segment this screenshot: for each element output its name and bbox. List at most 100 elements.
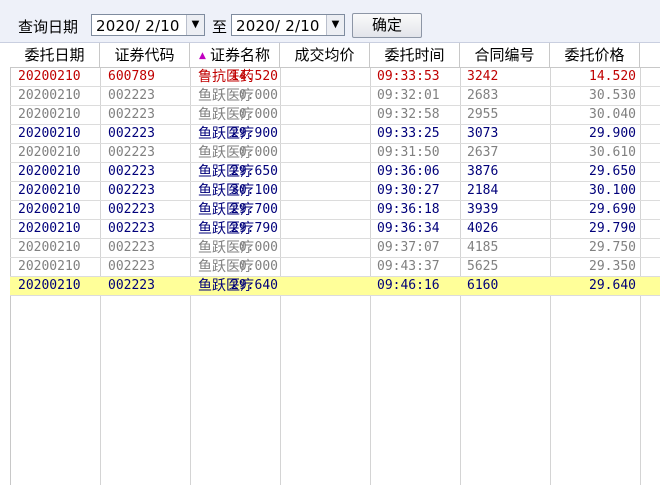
cell-avg-price: 0.000 xyxy=(238,107,278,122)
cell-avg-price: 29.900 xyxy=(231,126,278,141)
col-header-date[interactable]: 委托日期 xyxy=(10,43,100,67)
cell-code: 002223 xyxy=(108,221,155,236)
query-toolbar: 查询日期 2020/ 2/10 ▼ 至 2020/ 2/10 ▼ 确定 xyxy=(0,0,660,43)
cell-code: 600789 xyxy=(108,69,155,84)
cell-avg-price: 0.000 xyxy=(238,145,278,160)
cell-time: 09:46:16 xyxy=(377,278,440,293)
cell-avg-price: 29.650 xyxy=(231,164,278,179)
cell-date: 20200210 xyxy=(18,126,81,141)
cell-price: 29.690 xyxy=(589,202,636,217)
cell-avg-price: 29.700 xyxy=(231,202,278,217)
cell-date: 20200210 xyxy=(18,164,81,179)
table-row[interactable]: 20200210 002223 鱼跃医疗 0.000 09:31:50 2637 30.61… xyxy=(10,144,660,163)
cell-date: 20200210 xyxy=(18,202,81,217)
cell-contract: 3876 xyxy=(467,164,499,179)
sort-ascending-icon: ▲ xyxy=(199,50,206,61)
cell-price: 29.790 xyxy=(589,221,636,236)
cell-contract: 2683 xyxy=(467,88,499,103)
cell-contract: 4185 xyxy=(467,240,499,255)
start-date-picker[interactable]: 2020/ 2/10 ▼ xyxy=(91,14,205,36)
cell-time: 09:31:50 xyxy=(377,145,440,160)
cell-date: 20200210 xyxy=(18,69,81,84)
table-row[interactable]: 20200210 002223 鱼跃医疗 0.000 09:43:37 5625 29.35… xyxy=(10,258,660,277)
cell-code: 002223 xyxy=(108,107,155,122)
cell-price: 30.610 xyxy=(589,145,636,160)
cell-price: 29.350 xyxy=(589,259,636,274)
cell-price: 30.040 xyxy=(589,107,636,122)
to-label: 至 xyxy=(212,18,228,36)
col-header-time[interactable]: 委托时间 xyxy=(370,43,460,67)
cell-price: 29.650 xyxy=(589,164,636,179)
cell-code: 002223 xyxy=(108,183,155,198)
cell-price: 14.520 xyxy=(589,69,636,84)
cell-time: 09:43:37 xyxy=(377,259,440,274)
cell-date: 20200210 xyxy=(18,183,81,198)
cell-contract: 3939 xyxy=(467,202,499,217)
chevron-down-icon[interactable]: ▼ xyxy=(326,15,344,35)
cell-code: 002223 xyxy=(108,259,155,274)
table-row[interactable]: 20200210 002223 鱼跃医疗 29.650 09:36:06 3876 29.6… xyxy=(10,163,660,182)
cell-price: 29.750 xyxy=(589,240,636,255)
table-row[interactable]: 20200210 002223 鱼跃医疗 29.700 09:36:18 3939 29.6… xyxy=(10,201,660,220)
cell-code: 002223 xyxy=(108,145,155,160)
table-row[interactable]: 20200210 600789 鲁抗医药 14.520 09:33:53 3242 14.5… xyxy=(10,68,660,87)
cell-code: 002223 xyxy=(108,164,155,179)
cell-avg-price: 0.000 xyxy=(238,240,278,255)
cell-time: 09:36:06 xyxy=(377,164,440,179)
cell-contract: 3242 xyxy=(467,69,499,84)
cell-time: 09:36:34 xyxy=(377,221,440,236)
cell-contract: 4026 xyxy=(467,221,499,236)
cell-time: 09:30:27 xyxy=(377,183,440,198)
cell-price: 29.640 xyxy=(589,278,636,293)
cell-date: 20200210 xyxy=(18,240,81,255)
cell-time: 09:33:25 xyxy=(377,126,440,141)
col-header-avg-price[interactable]: 成交均价 xyxy=(280,43,370,67)
cell-date: 20200210 xyxy=(18,107,81,122)
cell-time: 09:33:53 xyxy=(377,69,440,84)
cell-avg-price: 0.000 xyxy=(238,88,278,103)
table-row[interactable]: 20200210 002223 鱼跃医疗 29.640 09:46:16 6160 29.6… xyxy=(10,277,660,296)
cell-date: 20200210 xyxy=(18,145,81,160)
cell-code: 002223 xyxy=(108,88,155,103)
cell-contract: 2955 xyxy=(467,107,499,122)
cell-avg-price: 30.100 xyxy=(231,183,278,198)
cell-contract: 2637 xyxy=(467,145,499,160)
table-row[interactable]: 20200210 002223 鱼跃医疗 0.000 09:32:58 2955 30.04… xyxy=(10,106,660,125)
cell-time: 09:32:01 xyxy=(377,88,440,103)
cell-code: 002223 xyxy=(108,126,155,141)
cell-avg-price: 14.520 xyxy=(231,69,278,84)
query-date-label: 查询日期 xyxy=(18,18,79,36)
cell-time: 09:37:07 xyxy=(377,240,440,255)
cell-time: 09:36:18 xyxy=(377,202,440,217)
cell-price: 30.530 xyxy=(589,88,636,103)
cell-price: 30.100 xyxy=(589,183,636,198)
cell-date: 20200210 xyxy=(18,259,81,274)
cell-date: 20200210 xyxy=(18,221,81,236)
col-header-contract[interactable]: 合同编号 xyxy=(460,43,550,67)
table-row[interactable]: 20200210 002223 鱼跃医疗 29.900 09:33:25 3073 29.9… xyxy=(10,125,660,144)
cell-code: 002223 xyxy=(108,202,155,217)
chevron-down-icon[interactable]: ▼ xyxy=(186,15,204,35)
cell-price: 29.900 xyxy=(589,126,636,141)
cell-date: 20200210 xyxy=(18,278,81,293)
cell-avg-price: 29.790 xyxy=(231,221,278,236)
end-date-picker[interactable]: 2020/ 2/10 ▼ xyxy=(231,14,345,36)
col-header-name[interactable]: ▲ 证券名称 xyxy=(190,43,280,67)
table-row[interactable]: 20200210 002223 鱼跃医疗 0.000 09:37:07 4185 29.75… xyxy=(10,239,660,258)
cell-contract: 5625 xyxy=(467,259,499,274)
table-row[interactable]: 20200210 002223 鱼跃医疗 29.790 09:36:34 4026 29.7… xyxy=(10,220,660,239)
cell-code: 002223 xyxy=(108,278,155,293)
cell-contract: 3073 xyxy=(467,126,499,141)
table-row[interactable]: 20200210 002223 鱼跃医疗 30.100 09:30:27 2184 30.1… xyxy=(10,182,660,201)
cell-time: 09:32:58 xyxy=(377,107,440,122)
start-date-value: 2020/ 2/10 xyxy=(96,17,180,35)
cell-avg-price: 0.000 xyxy=(238,259,278,274)
cell-date: 20200210 xyxy=(18,88,81,103)
cell-contract: 2184 xyxy=(467,183,499,198)
col-header-name-label: 证券名称 xyxy=(209,46,270,64)
col-header-code[interactable]: 证券代码 xyxy=(100,43,190,67)
confirm-button[interactable]: 确定 xyxy=(352,13,422,38)
table-row[interactable]: 20200210 002223 鱼跃医疗 0.000 09:32:01 2683 30.53… xyxy=(10,87,660,106)
cell-code: 002223 xyxy=(108,240,155,255)
col-header-price[interactable]: 委托价格 xyxy=(550,43,640,67)
